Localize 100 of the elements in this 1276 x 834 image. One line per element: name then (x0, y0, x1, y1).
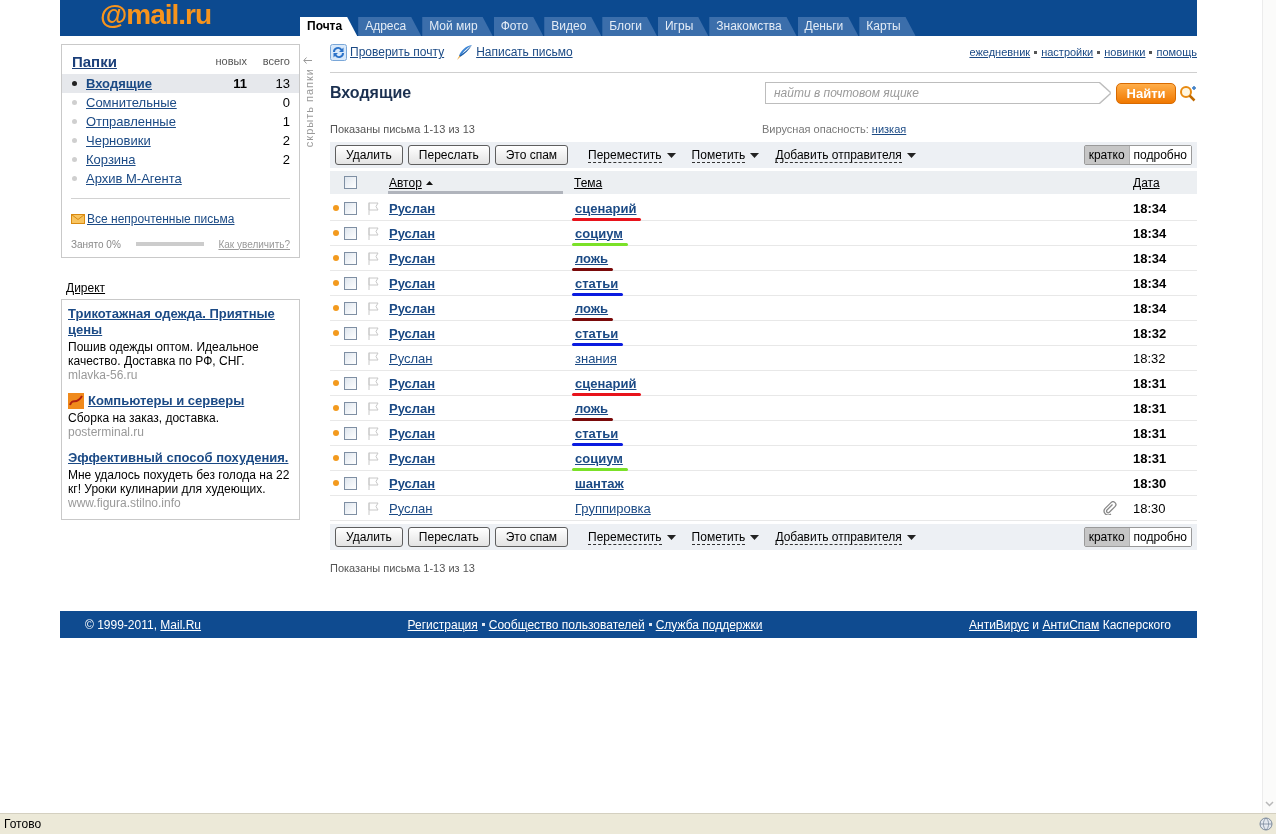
checkbox[interactable] (344, 251, 357, 265)
nav-tab[interactable]: Деньги (797, 17, 859, 36)
virus-level-link[interactable]: низкая (871, 123, 907, 135)
checkbox[interactable] (344, 376, 357, 390)
footer-link[interactable]: Mail.Ru (160, 617, 202, 632)
logo[interactable]: @mail.ru (100, 0, 212, 30)
subject-link[interactable]: социум (574, 450, 623, 466)
dropdown-button[interactable]: Переместить (588, 147, 676, 163)
checkbox[interactable] (344, 501, 357, 515)
checkbox[interactable] (344, 276, 357, 290)
nav-tab[interactable]: Блоги (602, 17, 657, 36)
direct-link[interactable]: Директ (66, 281, 106, 295)
folder-link[interactable]: Корзина (86, 152, 136, 167)
ad-title-link[interactable]: Трикотажная одежда. Приятные цены (68, 306, 293, 338)
toolbar-button[interactable]: Переслать (407, 527, 490, 547)
folders-title[interactable]: Папки (72, 52, 117, 70)
view-option[interactable]: кратко (1084, 528, 1129, 546)
checkbox[interactable] (344, 201, 357, 215)
sender-link[interactable]: Руслан (388, 475, 436, 491)
sender-link[interactable]: Руслан (388, 350, 433, 366)
dropdown-button[interactable]: Добавить отправителя (775, 147, 916, 163)
sender-link[interactable]: Руслан (388, 225, 436, 241)
service-link[interactable]: настройки (1041, 46, 1094, 58)
dropdown-button[interactable]: Добавить отправителя (775, 529, 916, 545)
column-header[interactable]: Автор (388, 171, 563, 194)
folder-link[interactable]: Отправленные (86, 114, 176, 129)
action-link[interactable]: Написать письмо (456, 43, 573, 61)
folder-link[interactable]: Черновики (86, 133, 151, 148)
chevron-down-icon[interactable] (1265, 801, 1274, 807)
sender-link[interactable]: Руслан (388, 500, 433, 516)
nav-tab[interactable]: Адреса (358, 17, 422, 36)
checkbox[interactable] (344, 401, 357, 415)
subject-link[interactable]: знания (574, 350, 617, 366)
folder-link[interactable]: Входящие (86, 76, 152, 91)
service-link[interactable]: новинки (1104, 46, 1146, 58)
sender-link[interactable]: Руслан (388, 400, 436, 416)
subject-link[interactable]: Группировка (574, 500, 651, 516)
sender-link[interactable]: Руслан (388, 275, 436, 291)
subject-link[interactable]: сценарий (574, 375, 637, 391)
nav-tab[interactable]: Мой мир (422, 17, 493, 36)
subject-link[interactable]: сценарий (574, 200, 637, 216)
checkbox[interactable] (344, 451, 357, 465)
view-option[interactable]: подробно (1128, 528, 1191, 546)
subject-link[interactable]: ложь (574, 250, 609, 266)
footer-link[interactable]: Служба поддержки (655, 617, 763, 632)
view-option[interactable]: подробно (1128, 146, 1191, 164)
nav-tab[interactable]: Фото (493, 17, 544, 36)
subject-link[interactable]: статьи (574, 425, 619, 441)
checkbox[interactable] (344, 351, 357, 365)
checkbox[interactable] (344, 476, 357, 490)
folder-link[interactable]: Архив М-Агента (86, 171, 182, 186)
footer-link[interactable]: Сообщество пользователей (488, 617, 645, 632)
sender-link[interactable]: Руслан (388, 250, 436, 266)
subject-link[interactable]: статьи (574, 275, 619, 291)
service-link[interactable]: помощь (1156, 46, 1197, 58)
toolbar-button[interactable]: Удалить (335, 527, 403, 547)
subject-link[interactable]: ложь (574, 300, 609, 316)
toolbar-button[interactable]: Это спам (494, 527, 569, 547)
view-option[interactable]: кратко (1084, 146, 1129, 164)
search-plus-icon[interactable] (1179, 84, 1197, 102)
column-header[interactable]: Дата (1130, 171, 1160, 194)
checkbox[interactable] (344, 301, 357, 315)
column-header[interactable]: Тема (573, 171, 603, 194)
footer-link[interactable]: АнтиСпам (1042, 617, 1100, 632)
nav-tab[interactable]: Знакомства (709, 17, 797, 36)
sender-link[interactable]: Руслан (388, 300, 436, 316)
action-link[interactable]: Проверить почту (330, 43, 445, 61)
subject-link[interactable]: статьи (574, 325, 619, 341)
sender-link[interactable]: Руслан (388, 375, 436, 391)
subject-link[interactable]: социум (574, 225, 623, 241)
toolbar-button[interactable]: Переслать (407, 145, 490, 165)
subject-link[interactable]: шантаж (574, 475, 624, 491)
nav-tab[interactable]: Видео (544, 17, 602, 36)
nav-tab[interactable]: Карты (859, 17, 916, 36)
time-text: 18:31 (1132, 375, 1167, 391)
dropdown-button[interactable]: Переместить (588, 529, 676, 545)
dropdown-button[interactable]: Пометить (691, 529, 760, 545)
checkbox[interactable] (344, 326, 357, 340)
folder-link[interactable]: Сомнительные (86, 95, 177, 110)
sender-link[interactable]: Руслан (388, 325, 436, 341)
sender-link[interactable]: Руслан (388, 425, 436, 441)
service-link[interactable]: ежедневник (969, 46, 1031, 58)
toolbar-button[interactable]: Удалить (335, 145, 403, 165)
ad-title-link[interactable]: Эффективный способ похудения. (68, 450, 289, 466)
checkbox[interactable] (344, 226, 357, 240)
sender-link[interactable]: Руслан (388, 450, 436, 466)
scrollbar[interactable] (1262, 0, 1276, 813)
sender-link[interactable]: Руслан (388, 200, 436, 216)
dropdown-button[interactable]: Пометить (691, 147, 760, 163)
unread-messages-link[interactable]: Все непрочтенные письма (87, 212, 235, 226)
column-heading: новых (214, 55, 247, 67)
nav-tab[interactable]: Почта (300, 17, 358, 36)
ad-title-link[interactable]: Компьютеры и серверы (88, 393, 245, 409)
subject-link[interactable]: ложь (574, 400, 609, 416)
checkbox[interactable] (344, 426, 357, 440)
footer-link[interactable]: Регистрация (407, 617, 478, 632)
toolbar-button[interactable]: Это спам (494, 145, 569, 165)
nav-tab[interactable]: Игры (657, 17, 709, 36)
checkbox[interactable] (344, 176, 357, 189)
footer-link[interactable]: АнтиВирус (969, 617, 1029, 632)
